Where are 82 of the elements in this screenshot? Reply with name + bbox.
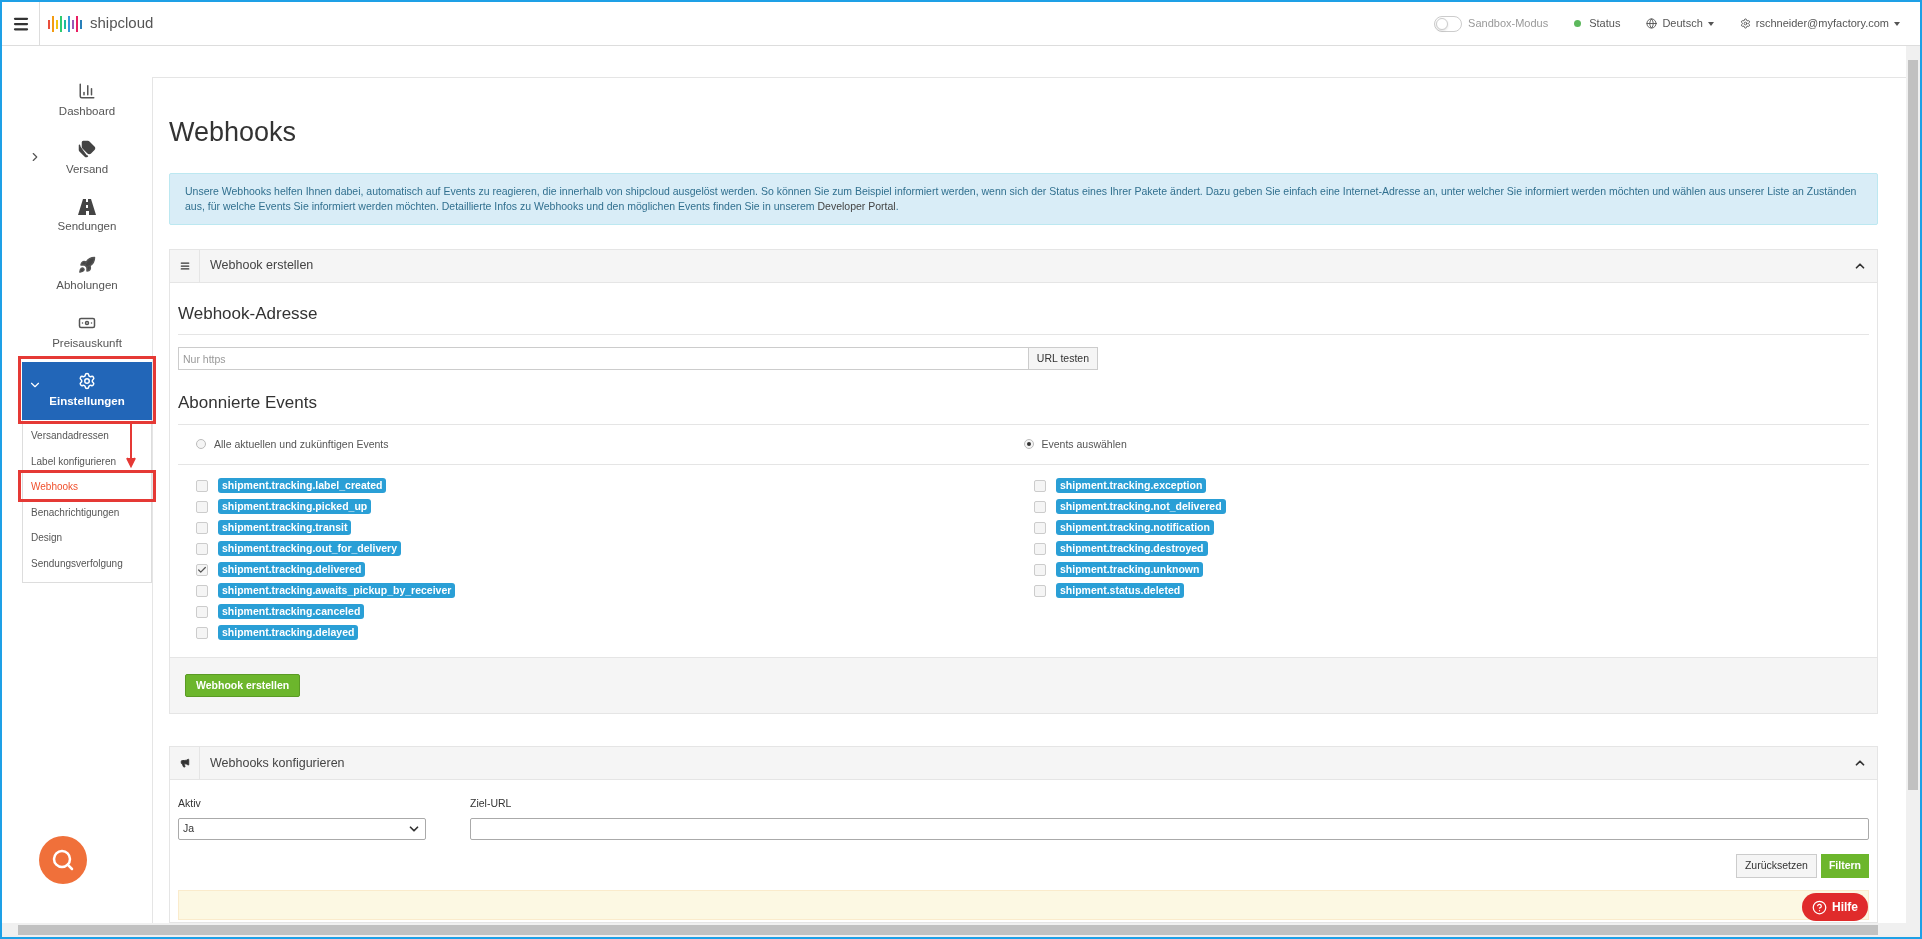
help-button[interactable]: Hilfe [1802, 893, 1868, 921]
event-tag: shipment.tracking.out_for_delivery [218, 541, 402, 557]
nav-item[interactable]: Einstellungen [22, 362, 152, 420]
logo-text: shipcloud [90, 13, 154, 34]
annotation-arrow [126, 424, 136, 470]
event-tag: shipment.tracking.awaits_pickup_by_receiver [218, 583, 456, 599]
nav-item[interactable]: Sendungen [22, 188, 152, 246]
language-dropdown[interactable]: Deutsch [1646, 15, 1714, 32]
checkbox[interactable] [1034, 521, 1046, 534]
event-tag: shipment.tracking.not_delivered [1056, 499, 1226, 515]
rocket-icon [78, 255, 96, 274]
event-tag: shipment.tracking.delayed [218, 625, 359, 641]
subnav-item[interactable]: Sendungsverfolgung [23, 550, 151, 576]
checkbox[interactable] [196, 563, 208, 576]
checkbox[interactable] [1034, 479, 1046, 492]
status-link[interactable]: Status [1589, 15, 1621, 32]
help-icon [1812, 899, 1827, 915]
globe-icon [1646, 18, 1658, 29]
subnav-item[interactable]: Benachrichtigungen [23, 499, 151, 525]
panel-title: Webhook erstellen [210, 257, 314, 275]
panel-title: Webhooks konfigurieren [210, 754, 345, 772]
checkbox[interactable] [1034, 563, 1046, 576]
panel-header[interactable]: Webhooks konfigurieren [170, 747, 1877, 781]
section-heading: Abonnierte Events [178, 390, 1869, 425]
subnav-item[interactable]: Design [23, 525, 151, 551]
scrollbar-thumb[interactable] [1908, 60, 1918, 790]
sandbox-toggle[interactable] [1434, 15, 1463, 32]
event-tag: shipment.tracking.canceled [218, 604, 365, 620]
megaphone-icon [179, 758, 190, 769]
scrollbar-thumb[interactable] [18, 925, 1878, 935]
nav-item[interactable]: Preisauskunft [22, 304, 152, 362]
nav-item[interactable]: Versand [22, 130, 152, 188]
page-title: Webhooks [169, 116, 298, 149]
event-tag: shipment.tracking.destroyed [1056, 541, 1208, 557]
user-dropdown[interactable]: rschneider@myfactory.com [1739, 15, 1900, 32]
radio-label: Events auswählen [1041, 436, 1127, 452]
nav-item[interactable]: Abholungen [22, 246, 152, 304]
nav-item[interactable]: Dashboard [22, 72, 152, 130]
section-heading: Webhook-Adresse [178, 300, 1869, 335]
subnav-item[interactable]: Versandadressen [23, 423, 151, 449]
field-label: Ziel-URL [470, 796, 513, 812]
event-tag: shipment.tracking.exception [1056, 478, 1207, 494]
tags-icon [78, 139, 96, 158]
checkbox[interactable] [1034, 500, 1046, 513]
event-tag: shipment.status.deleted [1056, 583, 1185, 599]
road-icon [78, 198, 96, 215]
info-alert: Unsere Webhooks helfen Ihnen dabei, automatisch auf Events zu reagieren, die innerhalb von shipcloud ausgelöst werden. So können Sie zum Beispiel informiert werden, wenn sich der Status eines Ihrer Pakete ändert. Dazu geben Sie einfach eine Internet-Adresse an, unter welcher Sie informiert werden möchten und wählen aus unserer Liste an Zuständen aus, für welche Events Sie informiert werden möchten. Detaillierte Infos zu Webhooks und den möglichen Events finden Sie in unserem Developer Portal. [169, 172, 1878, 225]
test-url-button[interactable]: URL testen [1028, 347, 1098, 370]
settings-icon [78, 371, 96, 390]
search-icon [51, 848, 75, 872]
event-tag: shipment.tracking.unknown [1056, 562, 1204, 578]
radio-button[interactable] [1023, 439, 1034, 450]
list-icon [179, 260, 190, 271]
event-tag: shipment.tracking.label_created [218, 478, 387, 494]
checkbox[interactable] [196, 521, 208, 534]
field-label: Aktiv [178, 796, 202, 812]
target-url-field[interactable] [470, 818, 1869, 840]
sandbox-label: Sandbox-Modus [1468, 16, 1549, 32]
event-tag: shipment.tracking.notification [1056, 520, 1214, 536]
checkbox[interactable] [196, 605, 208, 618]
bar-chart-icon [78, 81, 96, 100]
checkbox[interactable] [1034, 542, 1046, 555]
event-tag: shipment.tracking.delivered [218, 562, 366, 578]
checkbox[interactable] [196, 479, 208, 492]
subnav-item[interactable]: Label konfigurieren [23, 448, 151, 474]
reset-button[interactable]: Zurücksetzen [1735, 854, 1817, 878]
url-field[interactable]: Nur https [178, 347, 1029, 370]
panel-header[interactable]: Webhook erstellen [170, 249, 1877, 283]
active-select[interactable]: Ja [178, 818, 426, 840]
gear-icon [1739, 18, 1751, 29]
checkbox[interactable] [196, 500, 208, 513]
checkbox[interactable] [1034, 584, 1046, 597]
search-bubble[interactable] [39, 836, 87, 884]
subnav-item[interactable]: Webhooks [23, 474, 151, 500]
checkbox[interactable] [196, 584, 208, 597]
checkbox[interactable] [196, 626, 208, 639]
event-tag: shipment.tracking.transit [218, 520, 352, 536]
event-tag: shipment.tracking.picked_up [218, 499, 372, 515]
developer-portal-link[interactable]: Developer Portal [817, 199, 896, 212]
checkbox[interactable] [196, 542, 208, 555]
radio-label: Alle aktuellen und zukünftigen Events [214, 436, 389, 452]
radio-button[interactable] [196, 439, 206, 450]
